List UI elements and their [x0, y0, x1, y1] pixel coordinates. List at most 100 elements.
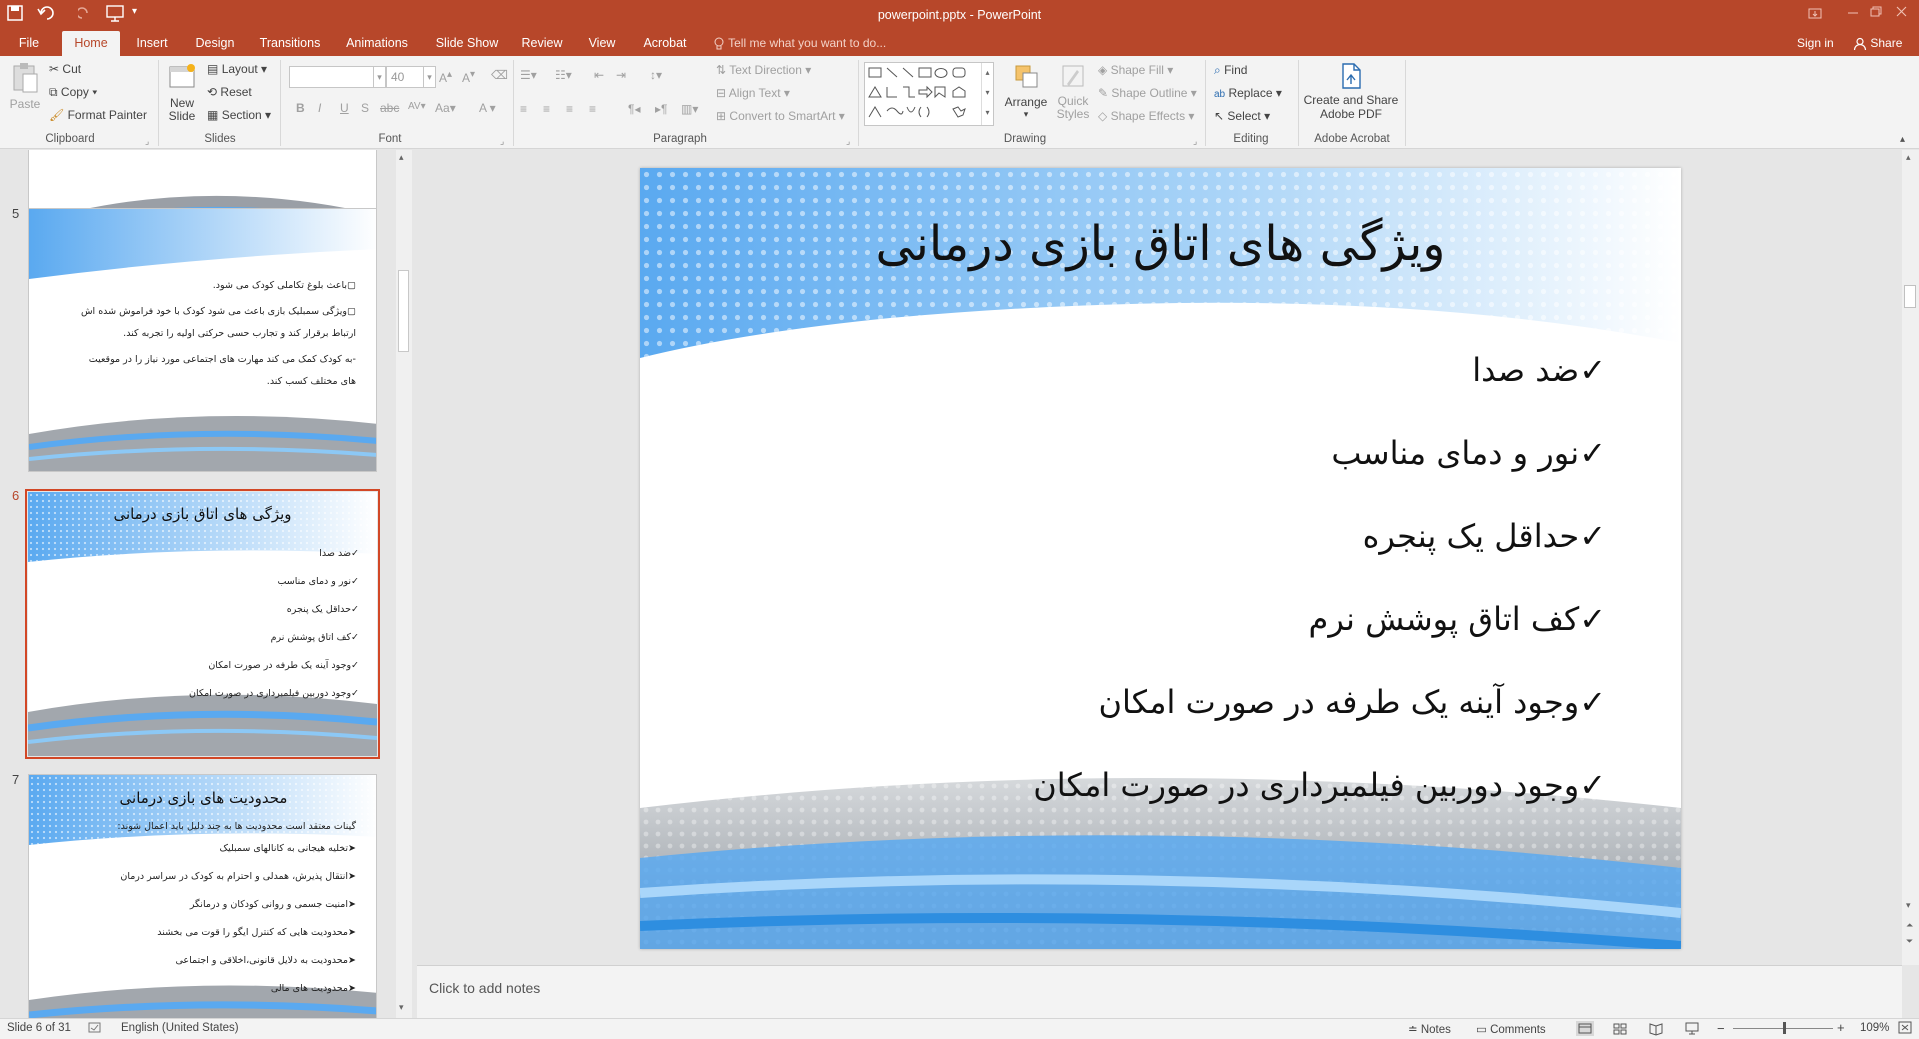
slide-show-icon[interactable]	[1684, 1021, 1700, 1039]
italic-button[interactable]: I	[318, 101, 321, 115]
slide-title[interactable]: ویژگی های اتاق بازی درمانی	[640, 216, 1681, 272]
minimize-icon[interactable]	[1843, 4, 1863, 20]
reset-button[interactable]: ⟲ Reset	[207, 85, 252, 99]
paste-button[interactable]: Paste	[8, 62, 42, 122]
next-slide-icon[interactable]: ⏷	[1906, 936, 1913, 947]
arrange-button[interactable]: Arrange ▾	[1004, 62, 1048, 132]
previous-slide-icon[interactable]: ⏶	[1906, 920, 1913, 931]
clipboard-launcher-icon[interactable]: ⌟	[145, 136, 149, 147]
language-indicator[interactable]: English (United States)	[121, 1022, 239, 1034]
change-case-button[interactable]: Aa▾	[435, 101, 456, 115]
numbering-button[interactable]: ☷▾	[555, 68, 572, 82]
scroll-up-icon[interactable]: ▴	[399, 152, 404, 163]
decrease-indent-button[interactable]: ⇤	[594, 68, 604, 82]
zoom-level[interactable]: 109%	[1860, 1022, 1889, 1034]
strikethrough-button[interactable]: abc	[380, 101, 399, 115]
section-button[interactable]: ▦ Section ▾	[207, 108, 271, 122]
rtl-button[interactable]: ¶◂	[628, 102, 640, 116]
convert-smartart-button[interactable]: ⊞ Convert to SmartArt ▾	[716, 109, 845, 123]
slide-body[interactable]: ✓ضد صدا ✓نور و دمای مناسب ✓حداقل یک پنجر…	[706, 351, 1606, 849]
format-painter-button[interactable]: 🖌 Format Painter	[49, 108, 147, 122]
tell-me-box[interactable]: Tell me what you want to do...	[713, 31, 886, 56]
zoom-out-icon[interactable]: −	[1717, 1021, 1725, 1036]
increase-font-icon[interactable]: A▴	[439, 69, 452, 85]
cut-button[interactable]: ✂ Cut	[49, 62, 81, 76]
restore-icon[interactable]	[1866, 4, 1886, 20]
justify-button[interactable]: ≡	[589, 102, 596, 116]
tab-file[interactable]: File	[10, 31, 48, 56]
main-slide-canvas[interactable]: ویژگی های اتاق بازی درمانی ✓ضد صدا ✓نور …	[640, 168, 1681, 949]
drawing-launcher-icon[interactable]: ⌟	[1193, 136, 1197, 147]
editor-scroll-thumb[interactable]	[1904, 285, 1916, 308]
thumbnail-slide-6[interactable]: ویژگی های اتاق بازی درمانی ✓ضد صدا ✓نور …	[28, 492, 377, 756]
ltr-button[interactable]: ▸¶	[655, 102, 667, 116]
find-button[interactable]: ⌕ Find	[1214, 63, 1247, 78]
collapse-ribbon-icon[interactable]: ▴	[1900, 134, 1905, 145]
tab-view[interactable]: View	[580, 31, 624, 56]
text-direction-button[interactable]: ⇅ Text Direction ▾	[716, 63, 811, 77]
comments-toggle-button[interactable]: ▭ Comments	[1476, 1022, 1546, 1036]
copy-button[interactable]: ⧉ Copy ▾	[49, 85, 97, 100]
tab-animations[interactable]: Animations	[340, 31, 414, 56]
select-button[interactable]: ↖ Select ▾	[1214, 109, 1270, 123]
clear-formatting-icon[interactable]: ⌫	[491, 68, 508, 82]
tab-home[interactable]: Home	[62, 31, 120, 56]
zoom-slider-thumb[interactable]	[1783, 1022, 1786, 1034]
tab-slide-show[interactable]: Slide Show	[428, 31, 506, 56]
font-size-input[interactable]: 40	[386, 66, 424, 88]
editor-scroll-up-icon[interactable]: ▴	[1906, 152, 1911, 163]
shape-fill-button[interactable]: ◈ Shape Fill ▾	[1098, 63, 1173, 77]
ribbon-display-options-icon[interactable]	[1806, 6, 1826, 22]
share-button[interactable]: Share	[1853, 31, 1902, 56]
line-spacing-button[interactable]: ↕▾	[650, 68, 662, 82]
align-center-button[interactable]: ≡	[543, 102, 550, 116]
editor-scrollbar[interactable]: ▴ ▾ ⏶ ⏷	[1902, 150, 1919, 965]
align-right-button[interactable]: ≡	[566, 102, 573, 116]
bullets-button[interactable]: ☰▾	[520, 68, 537, 82]
increase-indent-button[interactable]: ⇥	[616, 68, 626, 82]
underline-button[interactable]: U	[340, 101, 349, 115]
notes-pane[interactable]: Click to add notes	[417, 965, 1902, 1018]
font-name-dropdown-icon[interactable]: ▾	[374, 66, 386, 88]
layout-button[interactable]: ▤ Layout ▾	[207, 62, 267, 76]
tab-design[interactable]: Design	[188, 31, 242, 56]
fit-to-window-icon[interactable]	[1897, 1020, 1913, 1038]
paragraph-launcher-icon[interactable]: ⌟	[846, 136, 850, 147]
zoom-in-icon[interactable]: +	[1837, 1020, 1845, 1035]
font-launcher-icon[interactable]: ⌟	[500, 136, 504, 147]
scroll-down-icon[interactable]: ▾	[399, 1002, 404, 1013]
font-color-button[interactable]: A ▾	[479, 101, 496, 115]
spelling-check-icon[interactable]	[88, 1021, 102, 1038]
tab-review[interactable]: Review	[518, 31, 566, 56]
notes-toggle-button[interactable]: ≐ Notes	[1408, 1022, 1451, 1036]
replace-button[interactable]: ab Replace ▾	[1214, 86, 1282, 100]
tab-acrobat[interactable]: Acrobat	[636, 31, 694, 56]
editor-scroll-down-icon[interactable]: ▾	[1906, 900, 1911, 911]
font-size-dropdown-icon[interactable]: ▾	[424, 66, 436, 88]
thumbnail-slide-5[interactable]: ▢باعث بلوغ تکاملی کودک می شود. ▢ویژگی سم…	[28, 208, 377, 472]
character-spacing-button[interactable]: AV▾	[408, 101, 426, 112]
shapes-gallery[interactable]: ▴ ▾ ▾	[864, 62, 994, 126]
new-slide-button[interactable]: New Slide	[164, 62, 200, 132]
create-share-pdf-button[interactable]: Create and Share Adobe PDF	[1302, 62, 1400, 132]
reading-view-icon[interactable]	[1648, 1021, 1664, 1039]
close-icon[interactable]	[1892, 4, 1912, 20]
slide-counter[interactable]: Slide 6 of 31	[7, 1022, 71, 1034]
columns-button[interactable]: ▥▾	[681, 102, 698, 116]
notes-placeholder[interactable]: Click to add notes	[429, 980, 540, 996]
shadow-button[interactable]: S	[361, 101, 369, 115]
quick-styles-button[interactable]: Quick Styles	[1054, 62, 1092, 132]
tab-transitions[interactable]: Transitions	[256, 31, 324, 56]
slide-sorter-icon[interactable]	[1612, 1021, 1628, 1039]
normal-view-icon[interactable]	[1576, 1021, 1594, 1036]
bold-button[interactable]: B	[296, 101, 305, 115]
shape-outline-button[interactable]: ✎ Shape Outline ▾	[1098, 86, 1197, 100]
thumbnail-slide-7[interactable]: محدودیت های بازی درمانی گینات معتقد است …	[28, 774, 377, 1018]
thumbnails-scrollbar[interactable]: ▴ ▾	[396, 150, 412, 1018]
tab-insert[interactable]: Insert	[128, 31, 176, 56]
align-text-button[interactable]: ⊟ Align Text ▾	[716, 86, 790, 100]
font-name-input[interactable]	[289, 66, 374, 88]
decrease-font-icon[interactable]: A▾	[462, 69, 475, 85]
sign-in-link[interactable]: Sign in	[1797, 31, 1834, 56]
align-left-button[interactable]: ≡	[520, 102, 527, 116]
